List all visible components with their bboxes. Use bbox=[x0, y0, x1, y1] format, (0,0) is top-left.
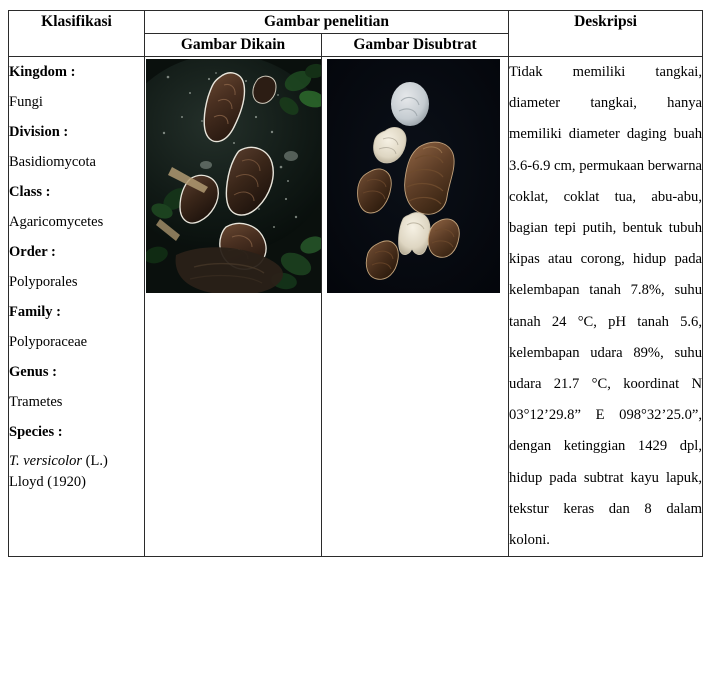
fungi-specimen-table: Klasifikasi Gambar penelitian Deskripsi … bbox=[8, 10, 704, 558]
taxon-value-division: Basidiomycota bbox=[9, 154, 96, 170]
photo-dikain bbox=[145, 59, 321, 293]
cell-gambar-disubtrat bbox=[320, 55, 510, 558]
taxon-rank-class: Class : bbox=[9, 184, 51, 200]
taxon-value-genus: Trametes bbox=[9, 394, 63, 410]
cell-gambar-dikain bbox=[144, 55, 322, 558]
cell-deskripsi: Tidak memiliki tangkai, diameter tangkai… bbox=[508, 55, 704, 558]
taxon-rank-genus: Genus : bbox=[9, 364, 57, 380]
photo-disubtrat bbox=[327, 59, 500, 293]
taxon-rank-order: Order : bbox=[9, 244, 56, 260]
taxon-value-class: Agaricomycetes bbox=[9, 214, 104, 230]
column-header-deskripsi: Deskripsi bbox=[508, 10, 704, 57]
taxon-rank-kingdom: Kingdom : bbox=[9, 64, 76, 80]
column-header-gambar-dikain: Gambar Dikain bbox=[144, 33, 322, 57]
table-row-specimen: Kingdom : Fungi Division : Basidiomycota… bbox=[8, 55, 704, 558]
taxon-rank-family: Family : bbox=[9, 304, 61, 320]
taxon-rank-species: Species : bbox=[9, 424, 63, 440]
taxon-value-kingdom: Fungi bbox=[9, 94, 43, 110]
column-header-klasifikasi: Klasifikasi bbox=[8, 10, 145, 57]
table-header-row-1: Klasifikasi Gambar penelitian Deskripsi bbox=[8, 10, 704, 57]
taxon-value-species: T. versicolor (L.) Lloyd (1920) bbox=[9, 447, 144, 493]
cell-klasifikasi: Kingdom : Fungi Division : Basidiomycota… bbox=[8, 55, 145, 558]
column-header-gambar-disubtrat: Gambar Disubtrat bbox=[320, 33, 510, 57]
column-header-gambar-penelitian: Gambar penelitian bbox=[143, 10, 510, 34]
document-page: Klasifikasi Gambar penelitian Deskripsi … bbox=[0, 0, 710, 683]
table-header: Klasifikasi Gambar penelitian Deskripsi … bbox=[8, 10, 704, 57]
taxon-rank-division: Division : bbox=[9, 124, 69, 140]
taxon-value-order: Polyporales bbox=[9, 274, 78, 290]
taxon-value-family: Polyporaceae bbox=[9, 334, 88, 350]
species-binomial: T. versicolor bbox=[9, 453, 83, 469]
description-text: Tidak memiliki tangkai, diameter tangkai… bbox=[509, 64, 703, 549]
table-body: Kingdom : Fungi Division : Basidiomycota… bbox=[8, 55, 704, 558]
